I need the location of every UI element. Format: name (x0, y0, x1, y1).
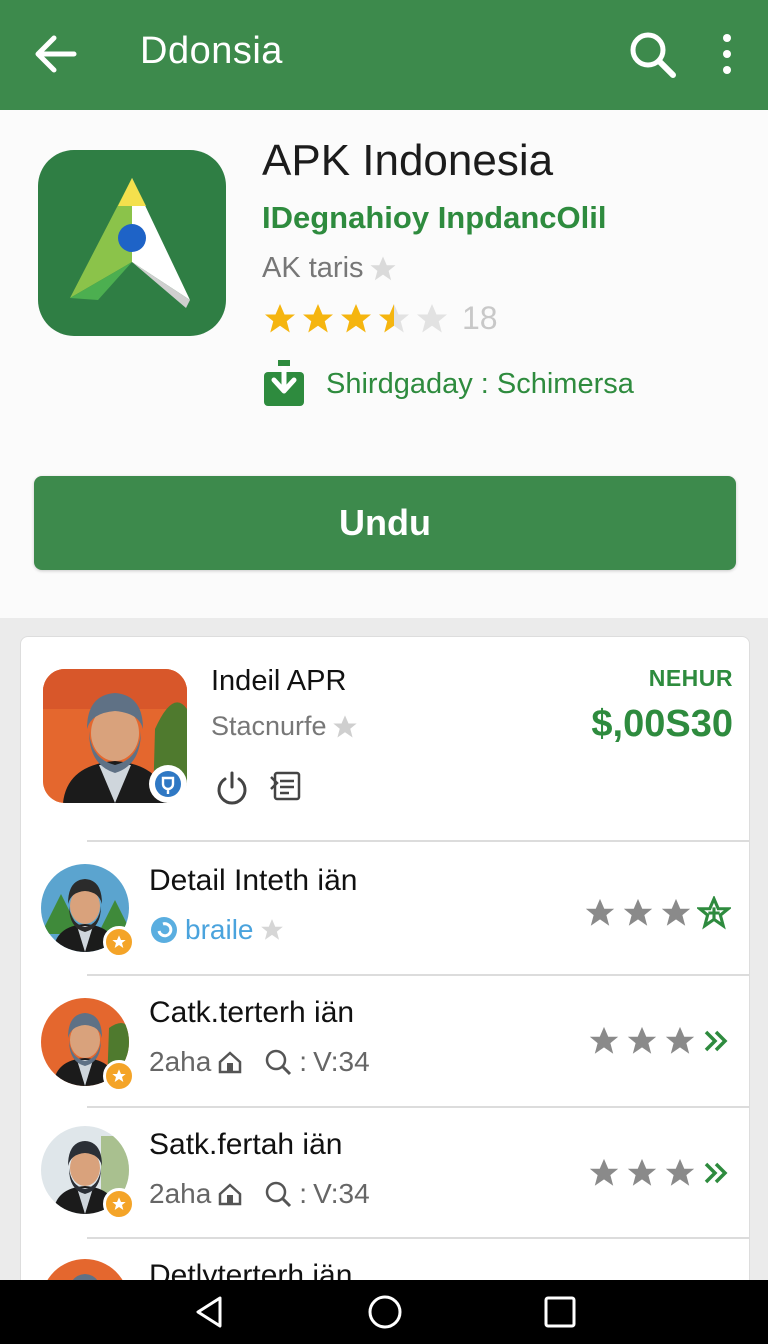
app-list-card: Indeil APR Stacnurfe NEHUR $,00S30 Detai… (20, 636, 750, 1336)
rating-stars (262, 301, 450, 337)
list-item-size: 2aha (149, 1178, 212, 1209)
search-icon[interactable] (626, 28, 678, 80)
app-bar: Ddonsia (0, 0, 768, 110)
list-item-title: Detail Inteth iän (149, 864, 358, 897)
app-category: AK taris (262, 252, 398, 285)
rating-row: 18 (262, 300, 498, 337)
home-icon (219, 1051, 242, 1074)
app-header: APK Indonesia IDegnahioy InpdancOlil AK … (0, 110, 768, 618)
star-icon (661, 898, 691, 926)
featured-price: $,00S30 (591, 703, 733, 745)
star-icon (627, 1158, 657, 1186)
download-icon (264, 360, 304, 406)
list-item-size: 2aha (149, 1046, 212, 1077)
star-icon (665, 1026, 695, 1054)
document-icon[interactable] (269, 769, 303, 803)
list-item-version: V:34 (313, 1178, 370, 1209)
featured-label: NEHUR (648, 665, 733, 691)
list-item-meta: 2aha : V:34 (149, 1178, 370, 1209)
list-item[interactable]: Catk.terterh iän 2aha : V:34 (21, 976, 749, 1108)
star-filled-icon (303, 303, 333, 332)
developer-link[interactable]: IDegnahioy InpdancOlil (262, 200, 606, 236)
nav-back-icon[interactable] (190, 1292, 230, 1332)
list-item-version: V:34 (313, 1046, 370, 1077)
featured-item[interactable]: Indeil APR Stacnurfe NEHUR $,00S30 (21, 637, 749, 841)
star-add-icon[interactable] (697, 896, 731, 930)
star-outline-icon (370, 256, 396, 280)
list-item-rating (587, 1156, 731, 1190)
featured-title: Indeil APR (211, 665, 347, 697)
app-icon (38, 150, 226, 336)
star-icon (623, 898, 653, 926)
app-bar-title: Ddonsia (140, 30, 283, 72)
install-button[interactable]: Undu (34, 476, 736, 570)
list-item-rating (587, 1024, 731, 1058)
list-item-title: Catk.terterh iän (149, 996, 355, 1029)
star-filled-icon (341, 303, 371, 332)
list-item-link[interactable]: braile (185, 914, 253, 946)
star-icon (585, 898, 615, 926)
app-name: APK Indonesia (262, 136, 554, 185)
chevrons-right-icon[interactable] (701, 1158, 731, 1188)
star-filled-icon (265, 303, 295, 332)
featured-subtitle-text: Stacnurfe (211, 711, 327, 741)
download-text: Shirdgaday : Schimersa (326, 367, 634, 400)
more-vert-icon[interactable] (712, 30, 742, 78)
list-item-rating (583, 896, 731, 930)
star-icon (589, 1158, 619, 1186)
star-icon (627, 1026, 657, 1054)
star-half-icon (379, 303, 409, 332)
star-empty-icon (417, 303, 447, 332)
arrow-back-icon[interactable] (30, 28, 82, 80)
search-icon (266, 1049, 292, 1076)
badge-icon (103, 1060, 135, 1092)
verified-badge-icon (149, 765, 187, 803)
list-item[interactable]: Satk.fertah iän 2aha : V:34 (21, 1108, 749, 1240)
search-icon (266, 1181, 292, 1208)
list-item-meta: 2aha : V:34 (149, 1046, 370, 1077)
refresh-icon (151, 917, 177, 943)
home-icon (219, 1183, 242, 1206)
system-nav-bar (0, 1280, 768, 1344)
star-icon (665, 1158, 695, 1186)
star-icon (589, 1026, 619, 1054)
download-info: Shirdgaday : Schimersa (262, 360, 634, 408)
chevrons-right-icon[interactable] (701, 1026, 731, 1056)
badge-icon (103, 926, 135, 958)
rating-count: 18 (462, 300, 498, 336)
featured-actions (213, 769, 303, 807)
list-item[interactable]: Detail Inteth iän braile (21, 842, 749, 974)
list-item-subtitle: braile (149, 914, 285, 946)
category-label: AK taris (262, 252, 364, 284)
star-outline-icon (332, 714, 357, 737)
list-item-title: Satk.fertah iän (149, 1128, 343, 1161)
star-outline-icon (261, 919, 284, 940)
nav-home-icon[interactable] (365, 1292, 405, 1332)
nav-recents-icon[interactable] (540, 1292, 580, 1332)
badge-icon (103, 1188, 135, 1220)
featured-subtitle: Stacnurfe (211, 711, 359, 742)
power-icon[interactable] (213, 769, 251, 807)
